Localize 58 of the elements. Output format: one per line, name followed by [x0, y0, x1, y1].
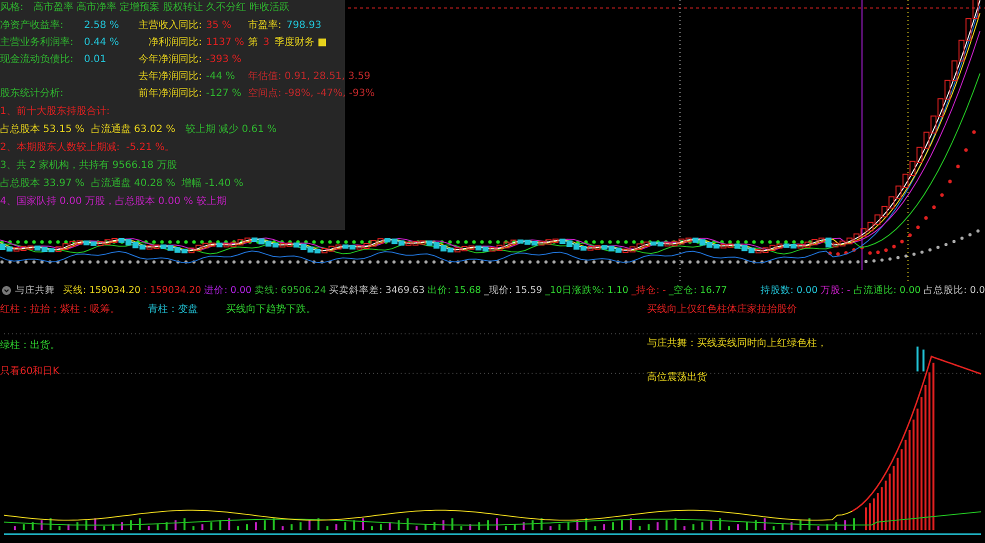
- indicator-value: 持股数: 0.00: [760, 284, 818, 297]
- style-tags: 高市盈率 高市净率 定增预案 股权转让 久不分红 昨收活跃: [33, 2, 290, 14]
- indicator-value: 卖线: 69506.24: [254, 284, 326, 297]
- info-text: 3、共 2 家机构，共持有 9566.18 万股: [0, 160, 177, 172]
- info-text: 市盈率:: [248, 20, 282, 32]
- indicator-value: 进价: 0.00: [204, 284, 252, 297]
- legend-note: 与庄共舞：买线卖线同时向上红绿色柱，: [647, 338, 827, 350]
- info-text: 净资产收益率:: [0, 20, 64, 32]
- legend-note: 只看60和日K: [0, 366, 60, 378]
- info-text: 4、国家队持 0.00 万股，占总股本 0.00 % 较上期: [0, 196, 226, 208]
- chevron-icon[interactable]: [2, 286, 11, 295]
- info-text: 0.44 %: [84, 37, 119, 49]
- indicator-value: 出价: 15.68: [428, 284, 482, 297]
- info-text: 年估值: 0.91, 28.51, 3.59: [248, 71, 370, 83]
- info-text: -44 %: [206, 71, 236, 83]
- indicator-value: 占流通比: 0.00: [853, 284, 921, 297]
- indicator-value: 占总股比: 0.0: [924, 284, 985, 297]
- info-text: 第: [248, 37, 258, 49]
- info-text: 去年净润同比:: [138, 71, 202, 83]
- indicator-title: 与庄共舞: [15, 284, 56, 297]
- legend-note: 青柱：变盘: [148, 304, 198, 316]
- indicator-value: 买卖斜率差: 3469.63: [329, 284, 425, 297]
- info-text: 今年净润同比:: [138, 54, 202, 66]
- indicator-value: _现价: 15.59: [484, 284, 542, 297]
- info-text: 2、本期股东人数较上期减: -5.21 %。: [0, 142, 175, 154]
- info-text: 35 %: [206, 20, 232, 32]
- indicator-value: _空仓: 16.77: [668, 284, 728, 297]
- style-label: 风格:: [0, 2, 24, 14]
- info-text: -393 %: [206, 54, 242, 66]
- legend-note: 红柱：拉抬；紫柱：吸筹。: [0, 304, 120, 316]
- info-text: 0.01: [84, 54, 106, 66]
- info-text: 前年净润同比:: [138, 88, 202, 100]
- info-text: -127 %: [206, 88, 242, 100]
- indicator-value: _10日涨跌%: 1.10: [545, 284, 628, 297]
- info-text: 空间点: -98%, -47%, -93%: [248, 88, 375, 100]
- info-text: 1137 %: [206, 37, 244, 49]
- info-text: 股东统计分析:: [0, 88, 64, 100]
- info-text: 现金流动负债比:: [0, 54, 74, 66]
- indicator-value: 万股: -: [820, 284, 850, 297]
- info-text: 798.93: [286, 20, 322, 32]
- indicator-value: _持仓: -: [631, 284, 666, 297]
- info-text: 季度财务 ■: [274, 37, 328, 49]
- legend-note: 买线向下趋势下跌。: [226, 304, 316, 316]
- info-text: 主营收入同比:: [138, 20, 202, 32]
- info-text: 净利润同比:: [148, 37, 202, 49]
- legend-note: 买线向上仅红色柱体庄家拉抬股价: [647, 304, 797, 316]
- indicator-value: : 159034.20: [144, 284, 202, 297]
- indicator-value: 买线: 159034.20: [63, 284, 141, 297]
- legend-note: 绿柱：出货。: [0, 340, 60, 352]
- info-text: 3: [263, 37, 270, 49]
- info-text: 1、前十大股东持股合计:: [0, 106, 110, 118]
- info-text: 占总股本 33.97 % 占流通盘 40.28 % 增幅 -1.40 %: [0, 178, 244, 190]
- info-text: 2.58 %: [84, 20, 119, 32]
- info-text: 占总股本 53.15 % 占流通盘 63.02 %: [0, 124, 176, 136]
- legend-note: 高位震荡出货: [647, 372, 707, 384]
- histogram-bar: [916, 346, 919, 372]
- info-text: 较上期 减少 0.61 %: [185, 124, 277, 136]
- info-text: 主营业务利润率:: [0, 37, 74, 49]
